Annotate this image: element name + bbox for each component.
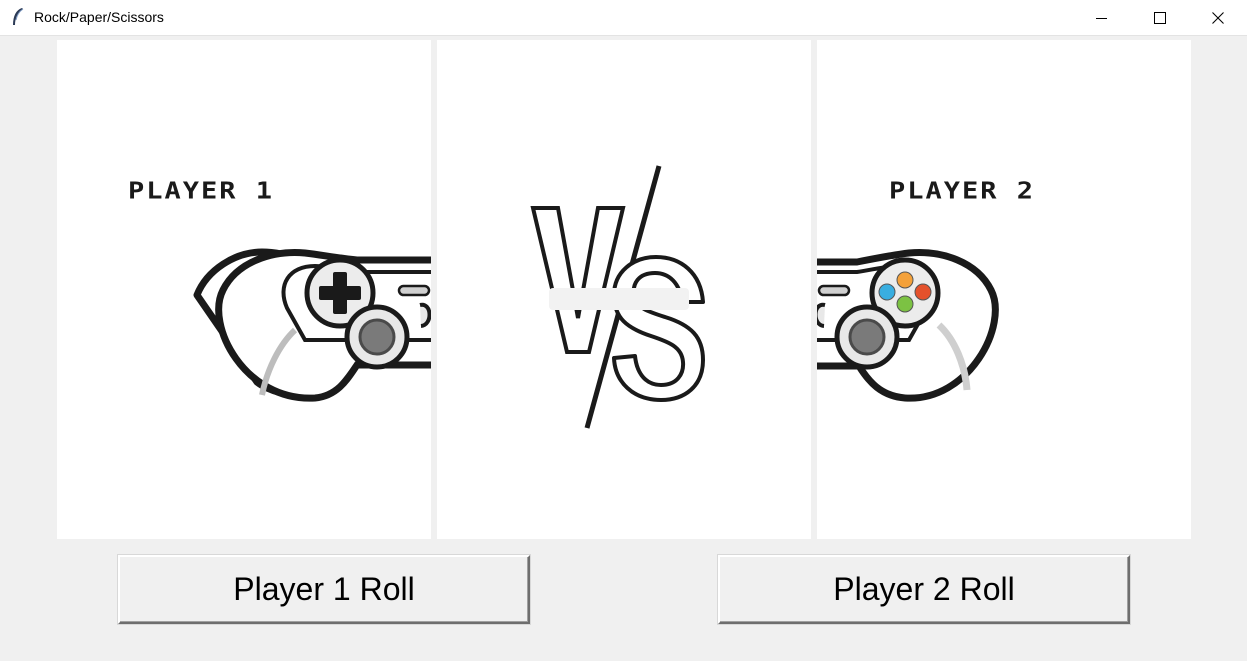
versus-icon xyxy=(530,165,705,429)
close-icon xyxy=(1212,12,1224,24)
title-bar[interactable]: Rock/Paper/Scissors xyxy=(0,0,1247,36)
gamepad-right-icon xyxy=(817,249,999,402)
player2-roll-button[interactable]: Player 2 Roll xyxy=(718,555,1130,624)
gamepad-left-icon xyxy=(193,248,431,402)
close-button[interactable] xyxy=(1195,0,1241,36)
player1-roll-button[interactable]: Player 1 Roll xyxy=(118,555,530,624)
window-title: Rock/Paper/Scissors xyxy=(34,9,164,25)
minimize-button[interactable] xyxy=(1079,0,1125,36)
player1-panel: PLAYER 1 xyxy=(57,40,431,539)
maximize-button[interactable] xyxy=(1137,0,1183,36)
player2-panel: PLAYER 2 xyxy=(817,40,1191,539)
app-window: Rock/Paper/Scissors PLAYER 1 PLAYER 2 Pl… xyxy=(0,0,1247,661)
versus-panel xyxy=(437,40,811,539)
feather-icon xyxy=(13,8,24,25)
minimize-icon xyxy=(1096,18,1107,19)
maximize-icon xyxy=(1154,12,1166,24)
